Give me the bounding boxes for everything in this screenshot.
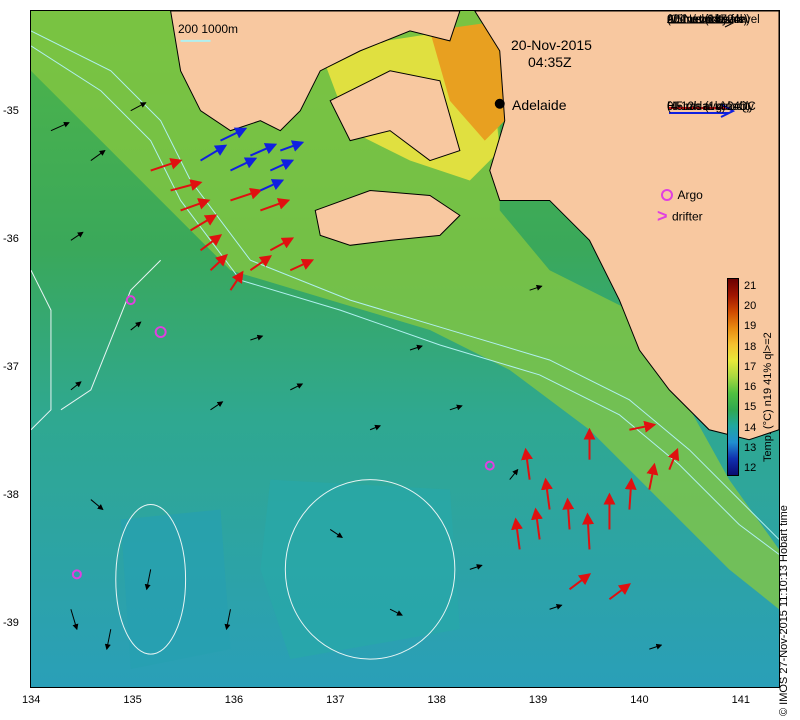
y-tick-label: -37 [3, 361, 19, 373]
colorbar-tick-label: 15 [744, 401, 757, 414]
map-date: 20-Nov-2015 [511, 37, 592, 53]
x-tick-label: 140 [630, 694, 649, 706]
scale-label: 200 1000m [178, 22, 239, 36]
hf-radar-legend: HF radar velocity (4-12h avg)noQC 0.5m/s… [667, 101, 777, 119]
colorbar-tick-label: 12 [744, 462, 757, 474]
city-label-adelaide: Adelaide [512, 97, 567, 113]
x-tick-label: 138 [427, 694, 446, 706]
colorbar-title: Temp. (°C) n19 41% ql>=2 [762, 332, 774, 462]
x-tick-label: 135 [123, 694, 142, 706]
colorbar-tick-label: 14 [744, 421, 757, 434]
cool-water-patch [120, 509, 231, 670]
legend-line: 0.5m/s (1kt 24h) [667, 101, 751, 113]
argo-legend-label: Argo [677, 188, 703, 202]
colorbar-tick-label: 21 [744, 280, 757, 292]
colorbar-tick-label: 16 [744, 381, 757, 394]
drifter-legend-label: drifter [671, 209, 703, 224]
drifter-legend: > drifter [657, 206, 703, 227]
map-frame[interactable]: 200 1000m 20-Nov-2015 04:35Z Adelaide Al… [30, 10, 780, 688]
y-tick-label: -39 [3, 617, 19, 629]
colorbar-tick-label: 13 [744, 441, 757, 454]
y-tick-label: -36 [3, 233, 19, 245]
x-tick-label: 141 [731, 694, 750, 706]
temperature-colorbar [727, 278, 739, 476]
legend-line: 0.5m/s (1kt 24h) [667, 14, 751, 26]
credit-text: © IMOS 27-Nov-2015 11:10:13 Hobart time [778, 505, 790, 716]
cool-water-patch [260, 479, 460, 660]
altimetry-legend: Altimetric sealevel (0.1m contours) and … [667, 14, 777, 28]
y-tick-label: -35 [3, 105, 19, 117]
x-tick-label: 137 [326, 694, 345, 706]
argo-legend: Argo [661, 186, 703, 204]
colorbar-tick-label: 20 [744, 300, 757, 313]
argo-legend-icon [661, 188, 673, 201]
drifter-legend-icon: > [657, 206, 668, 226]
x-tick-label: 139 [528, 694, 548, 706]
colorbar-tick-label: 19 [744, 320, 757, 333]
map-time: 04:35Z [528, 54, 572, 70]
x-tick-label: 134 [22, 694, 41, 706]
colorbar-tick-label: 17 [744, 360, 757, 373]
adelaide-marker [494, 98, 505, 109]
x-tick-label: 136 [224, 694, 244, 706]
y-tick-label: -38 [3, 489, 19, 501]
colorbar-tick-label: 18 [744, 340, 757, 353]
